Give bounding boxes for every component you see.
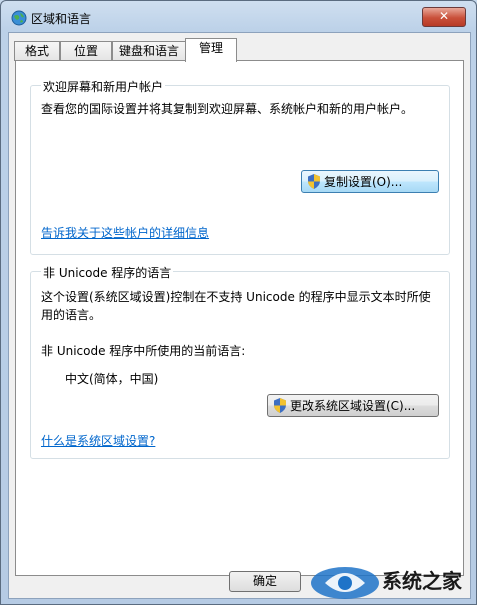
tab-location[interactable]: 位置 (60, 41, 112, 61)
group-title: 非 Unicode 程序的语言 (41, 264, 174, 281)
tab-label: 格式 (24, 44, 49, 58)
current-language-value: 中文(简体，中国) (65, 372, 159, 386)
tab-label: 键盘和语言 (118, 44, 179, 58)
welcome-screen-group: 欢迎屏幕和新用户帐户 查看您的国际设置并将其复制到欢迎屏幕、系统帐户和新的用户帐… (30, 78, 450, 255)
ok-button[interactable]: 确定 (229, 571, 301, 592)
accounts-details-link[interactable]: 告诉我关于这些帐户的详细信息 (41, 224, 209, 242)
tab-formats[interactable]: 格式 (14, 41, 60, 61)
tab-keyboards-languages[interactable]: 键盘和语言 (112, 41, 186, 61)
non-unicode-description-line1: 这个设置(系统区域设置)控制在不支持 Unicode 的程序中显示文本时所使 (41, 290, 431, 304)
dialog-client-area: 格式 位置 键盘和语言 管理 欢迎屏幕和新用户帐户 查看您的国际设置并将其复制到… (8, 32, 471, 599)
group-title: 欢迎屏幕和新用户帐户 (41, 78, 166, 95)
uac-shield-icon (308, 174, 320, 189)
close-icon: ✕ (438, 9, 450, 23)
title-bar[interactable]: 区域和语言 ✕ (1, 1, 476, 33)
non-unicode-description-line2: 用的语言。 (41, 308, 102, 322)
close-button[interactable]: ✕ (422, 7, 466, 27)
window-title: 区域和语言 (31, 12, 92, 26)
uac-shield-icon (274, 398, 286, 413)
copy-settings-button[interactable]: 复制设置(O)... (301, 170, 439, 193)
change-system-locale-button[interactable]: 更改系统区域设置(C)... (267, 394, 439, 417)
button-label: 确定 (252, 574, 277, 588)
button-label: 复制设置(O)... (324, 175, 403, 189)
watermark-text: 系统之家 (382, 569, 462, 593)
tab-administrative[interactable]: 管理 (185, 38, 237, 62)
system-locale-help-link[interactable]: 什么是系统区域设置? (41, 432, 155, 450)
current-language-label: 非 Unicode 程序中所使用的当前语言: (41, 344, 246, 358)
welcome-description: 查看您的国际设置并将其复制到欢迎屏幕、系统帐户和新的用户帐户。 (41, 102, 414, 116)
tab-label: 管理 (198, 41, 223, 55)
button-label: 更改系统区域设置(C)... (290, 399, 416, 413)
administrative-panel: 欢迎屏幕和新用户帐户 查看您的国际设置并将其复制到欢迎屏幕、系统帐户和新的用户帐… (15, 60, 464, 576)
tab-label: 位置 (73, 44, 98, 58)
dialog-window: 区域和语言 ✕ 格式 位置 键盘和语言 管理 欢迎屏幕和新用户帐户 查看您的国际… (0, 0, 477, 605)
non-unicode-group: 非 Unicode 程序的语言 这个设置(系统区域设置)控制在不支持 Unico… (30, 264, 450, 459)
globe-icon (11, 10, 27, 26)
